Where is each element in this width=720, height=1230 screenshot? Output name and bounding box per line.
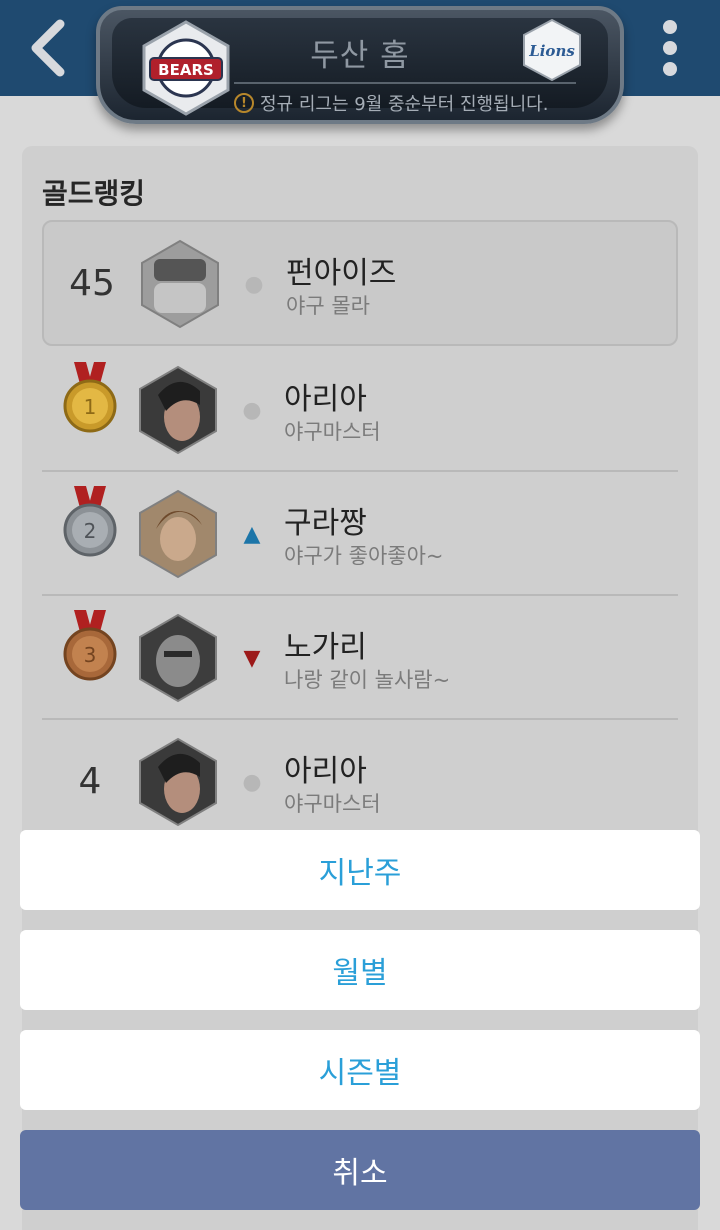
medal-rank-text: 2 — [84, 519, 97, 543]
user-avatar — [139, 613, 217, 703]
trend-same-icon: ● — [242, 397, 262, 423]
lions-logo-text: Lions — [528, 42, 575, 60]
ranking-row[interactable]: 3 ▼ 노가리 나랑 같이 놀사람~ — [42, 596, 678, 720]
user-message: 야구마스터 — [284, 792, 381, 816]
back-button[interactable] — [18, 14, 78, 82]
user-message: 야구마스터 — [284, 420, 381, 444]
lions-team-logo[interactable]: Lions — [520, 18, 584, 82]
user-avatar — [139, 737, 217, 827]
bronze-medal-icon: 3 — [63, 610, 117, 681]
user-name: 펀아이즈 — [286, 256, 397, 291]
user-message: 야구 몰라 — [286, 294, 370, 318]
user-name: 아리아 — [284, 382, 367, 417]
user-avatar — [139, 489, 217, 579]
ranking-row[interactable]: 1 ● 아리아 야구마스터 — [42, 348, 678, 472]
trend-down-icon: ▼ — [243, 645, 261, 671]
user-name: 노가리 — [284, 630, 367, 665]
menu-dot — [663, 62, 677, 76]
option-monthly-button[interactable]: 월별 — [20, 930, 700, 1010]
rank-number: 45 — [69, 262, 115, 304]
notice-text: 정규 리그는 9월 중순부터 진행됩니다. — [260, 94, 549, 115]
user-message: 야구가 좋아좋아~ — [284, 544, 444, 568]
ranking-row[interactable]: 2 ▲ 구라짱 야구가 좋아좋아~ — [42, 472, 678, 596]
ranking-row[interactable]: 4 ● 아리아 야구마스터 — [42, 720, 678, 844]
cancel-button[interactable]: 취소 — [20, 1130, 700, 1210]
user-avatar — [141, 239, 219, 329]
more-menu-button[interactable] — [642, 16, 698, 80]
user-name: 아리아 — [284, 754, 367, 789]
medal-rank-text: 3 — [84, 643, 97, 667]
user-message: 나랑 같이 놀사람~ — [284, 668, 451, 692]
user-avatar — [139, 365, 217, 455]
user-name: 구라짱 — [284, 506, 367, 541]
option-season-button[interactable]: 시즌별 — [20, 1030, 700, 1110]
gold-medal-icon: 1 — [63, 362, 117, 433]
more-vertical-icon — [663, 20, 677, 34]
match-header-panel: BEARS 두산 홈 Lions ! 정규 리그는 9월 중순부터 진행됩니다. — [96, 6, 624, 124]
medal-rank-text: 1 — [84, 395, 97, 419]
trend-same-icon: ● — [242, 769, 262, 795]
silver-medal-icon: 2 — [63, 486, 117, 557]
my-rank-row[interactable]: 45 ● 펀아이즈 야구 몰라 — [42, 220, 678, 346]
warning-icon: ! — [234, 93, 254, 113]
trend-up-icon: ▲ — [243, 521, 261, 547]
option-last-week-button[interactable]: 지난주 — [20, 830, 700, 910]
rank-number: 4 — [78, 760, 102, 802]
trend-same-icon: ● — [244, 271, 264, 297]
notice-bar: ! 정규 리그는 9월 중순부터 진행됩니다. — [234, 82, 576, 116]
chevron-left-icon — [31, 19, 65, 77]
ranking-title: 골드랭킹 — [42, 177, 146, 210]
menu-dot — [663, 41, 677, 55]
